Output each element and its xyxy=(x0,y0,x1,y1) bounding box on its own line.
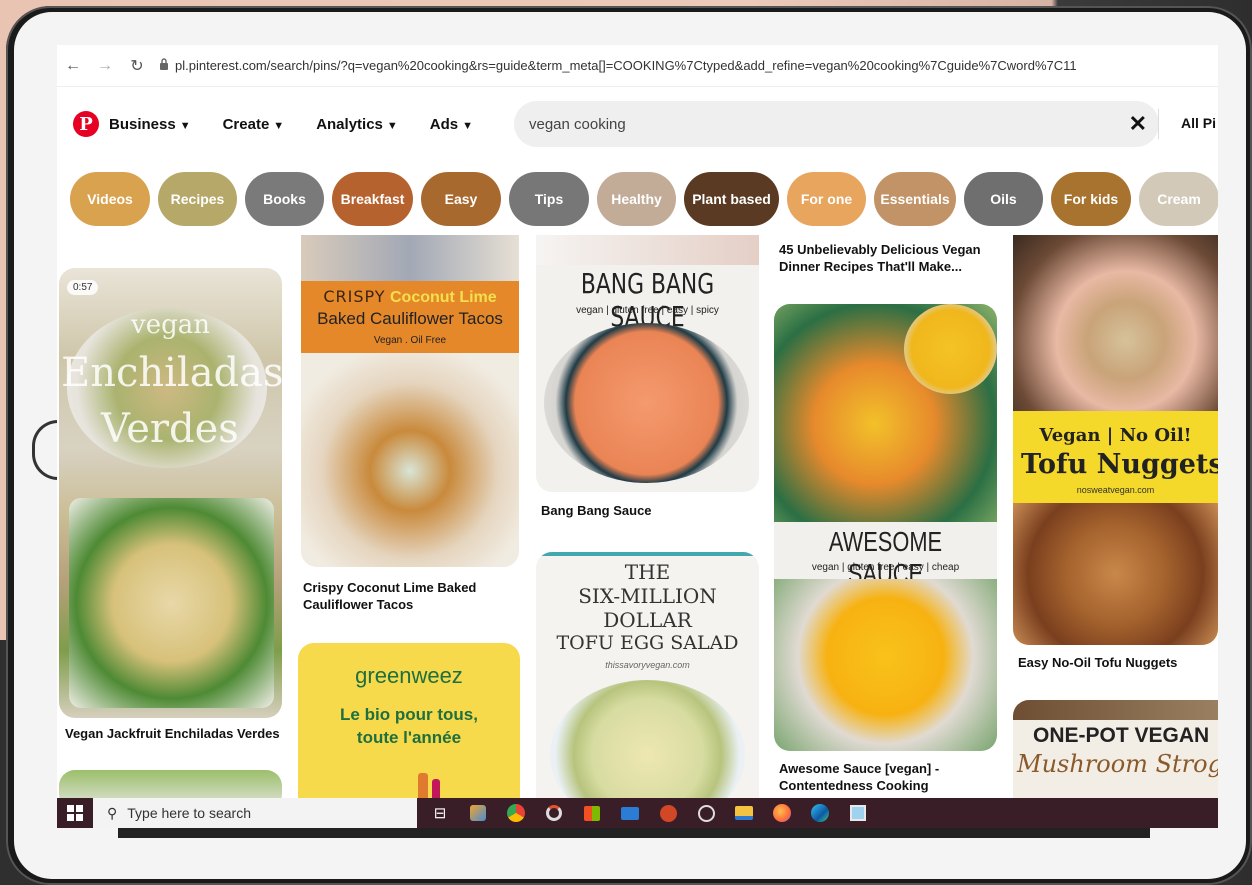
tacos-headline-3: Vegan . Oil Free xyxy=(373,335,447,346)
chevron-down-icon: ▼ xyxy=(179,119,191,132)
eggsalad-line-2: SIX-MILLION xyxy=(578,584,717,608)
pin-tacos[interactable]: CRISPY Coconut Lime Baked Cauliflower Ta… xyxy=(301,235,519,567)
pin-tofu-nuggets[interactable]: Vegan | No Oil! Tofu Nuggets nosweatvega… xyxy=(1013,235,1218,645)
stroganoff-line-1: ONE-POT VEGAN xyxy=(1033,724,1210,747)
reload-button[interactable]: ↻ xyxy=(121,56,153,76)
tacos-headline-2: Baked Cauliflower Tacos xyxy=(317,309,503,328)
header-divider xyxy=(1158,109,1159,139)
store-icon[interactable] xyxy=(577,798,607,828)
eggsalad-site: thissavoryvegan.com xyxy=(605,660,690,670)
address-bar: ← → ↻ pl.pinterest.com/search/pins/?q=ve… xyxy=(57,45,1218,87)
eggsalad-line-1: THE xyxy=(624,560,671,584)
ad-line-1: Le bio pour tous, xyxy=(340,705,478,724)
eggsalad-line-3: DOLLAR xyxy=(603,608,692,632)
chrome-icon[interactable] xyxy=(501,798,531,828)
pin-title-awesome-sauce[interactable]: Awesome Sauce [vegan] - Contentedness Co… xyxy=(779,760,994,794)
pin-title-tacos[interactable]: Crispy Coconut Lime Baked Cauliflower Ta… xyxy=(303,579,513,613)
taskbar-search-input[interactable]: ⚲ Type here to search xyxy=(93,798,417,828)
task-view-icon[interactable]: ⊟ xyxy=(425,798,455,828)
eggsalad-line-4: TOFU EGG SALAD xyxy=(556,632,739,654)
pin-overlay-verdes: Verdes xyxy=(101,406,239,452)
firefox-icon[interactable] xyxy=(767,798,797,828)
pin-title-bang-bang[interactable]: Bang Bang Sauce xyxy=(541,502,751,519)
video-duration-badge: 0:57 xyxy=(67,280,99,295)
greenweez-logo: greenweez xyxy=(355,663,463,688)
url-text[interactable]: pl.pinterest.com/search/pins/?q=vegan%20… xyxy=(175,58,1077,73)
nuggets-line-2: Tofu Nuggets xyxy=(1021,449,1218,480)
edge-icon[interactable] xyxy=(805,798,835,828)
pin-enchiladas[interactable]: 0:57 vegan Enchiladas Verdes xyxy=(59,268,282,718)
pin-tofu-egg-salad[interactable]: THE SIX-MILLION DOLLAR TOFU EGG SALAD th… xyxy=(536,552,759,812)
windows-taskbar: ⚲ Type here to search ⊟ xyxy=(57,798,1218,828)
file-explorer-icon[interactable] xyxy=(729,798,759,828)
pin-mushroom-stroganoff[interactable]: ONE-POT VEGAN Mushroom Stroganoff xyxy=(1013,700,1218,810)
windows-start-icon[interactable] xyxy=(57,798,93,828)
back-button[interactable]: ← xyxy=(57,57,89,75)
chevron-down-icon: ▼ xyxy=(273,119,285,132)
pin-greenweez-ad[interactable]: greenweez Le bio pour tous, toute l'anné… xyxy=(298,643,520,813)
menu-create[interactable]: Create ▼ xyxy=(223,116,285,133)
chip-books[interactable]: Books xyxy=(245,172,324,226)
chip-recipes[interactable]: Recipes xyxy=(158,172,237,226)
chevron-down-icon: ▼ xyxy=(386,119,398,132)
guide-chips: Videos Recipes Books Breakfast Easy Tips… xyxy=(70,172,1218,226)
chip-for-one[interactable]: For one xyxy=(787,172,866,226)
app-icon[interactable] xyxy=(463,798,493,828)
obs-icon[interactable] xyxy=(691,798,721,828)
chip-cream[interactable]: Cream xyxy=(1139,172,1218,226)
clear-search-icon[interactable]: ✕ xyxy=(1129,111,1147,137)
chip-essentials[interactable]: Essentials xyxy=(874,172,956,226)
pin-title-dinner-recipes[interactable]: 45 Unbelievably Delicious Vegan Dinner R… xyxy=(779,241,994,275)
pin-title-enchiladas[interactable]: Vegan Jackfruit Enchiladas Verdes xyxy=(65,725,285,742)
search-input[interactable]: vegan cooking ✕ xyxy=(514,101,1159,147)
chip-videos[interactable]: Videos xyxy=(70,172,150,226)
chevron-down-icon: ▼ xyxy=(462,119,474,132)
stroganoff-line-2: Mushroom Stroganoff xyxy=(1017,750,1218,778)
chip-healthy[interactable]: Healthy xyxy=(597,172,676,226)
chip-easy[interactable]: Easy xyxy=(421,172,501,226)
screen-bottom-edge xyxy=(118,828,1150,838)
all-pins-dropdown[interactable]: All Pi xyxy=(1181,115,1216,131)
chip-breakfast[interactable]: Breakfast xyxy=(332,172,413,226)
app-icon-2[interactable] xyxy=(539,798,569,828)
nuggets-line-1: Vegan | No Oil! xyxy=(1039,425,1192,446)
search-value: vegan cooking xyxy=(529,115,626,133)
tacos-crispy-text: CRISPY xyxy=(323,287,386,306)
mail-icon[interactable] xyxy=(615,798,645,828)
search-icon: ⚲ xyxy=(107,804,118,821)
pinterest-logo[interactable]: P xyxy=(73,111,99,137)
ad-line-2: toute l'année xyxy=(356,728,462,747)
powerpoint-icon[interactable] xyxy=(653,798,683,828)
chip-for-kids[interactable]: For kids xyxy=(1051,172,1131,226)
menu-create-label: Create xyxy=(222,115,270,133)
taskbar-search-placeholder: Type here to search xyxy=(127,805,252,821)
pin-overlay-vegan: vegan xyxy=(131,310,210,340)
menu-business[interactable]: Business ▼ xyxy=(109,116,191,133)
bangbang-sub: vegan | gluten free | easy | spicy xyxy=(576,305,719,316)
menu-ads-label: Ads xyxy=(429,115,459,133)
chip-oils[interactable]: Oils xyxy=(964,172,1043,226)
chip-tips[interactable]: Tips xyxy=(509,172,589,226)
menu-business-label: Business xyxy=(109,115,176,133)
pinterest-header: P Business ▼ Create ▼ Analytics ▼ Ads ▼ vega… xyxy=(57,99,1218,149)
browser-screen: ← → ↻ pl.pinterest.com/search/pins/?q=ve… xyxy=(57,45,1218,828)
tacos-coconut-lime-text: Coconut Lime xyxy=(390,289,497,306)
pin-bang-bang-sauce[interactable]: BANG BANG SAUCE vegan | gluten free | ea… xyxy=(536,235,759,492)
nuggets-site: nosweatvegan.com xyxy=(1076,485,1155,495)
awesome-sub: vegan | gluten free | easy | cheap xyxy=(811,562,960,573)
pin-awesome-sauce[interactable]: AWESOME SAUCE vegan | gluten free | easy… xyxy=(774,304,997,751)
notepad-icon[interactable] xyxy=(843,798,873,828)
pin-title-tofu-nuggets[interactable]: Easy No-Oil Tofu Nuggets xyxy=(1018,654,1218,671)
menu-analytics-label: Analytics xyxy=(316,115,383,133)
menu-analytics[interactable]: Analytics ▼ xyxy=(316,116,398,133)
tacos-headline-1: CRISPY Coconut Lime xyxy=(301,287,519,307)
menu-ads[interactable]: Ads ▼ xyxy=(430,116,473,133)
chip-plant-based[interactable]: Plant based xyxy=(684,172,779,226)
forward-button[interactable]: → xyxy=(89,57,121,75)
pin-overlay-enchiladas: Enchiladas xyxy=(61,350,282,396)
lock-icon[interactable] xyxy=(153,58,175,73)
